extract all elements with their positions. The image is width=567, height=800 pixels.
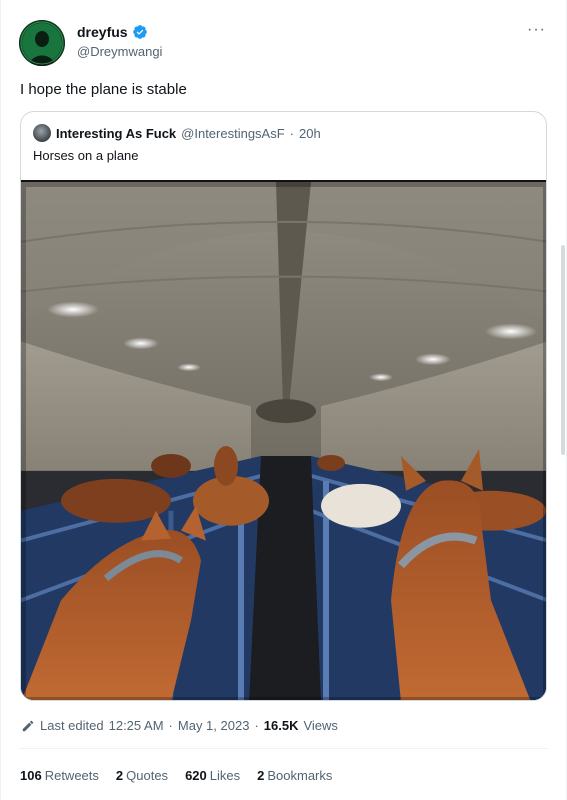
meta-dot: · bbox=[254, 718, 259, 733]
verified-badge-icon bbox=[132, 25, 147, 39]
author-display-name[interactable]: dreyfus bbox=[77, 24, 128, 40]
page-scrollbar[interactable] bbox=[561, 245, 565, 455]
bookmarks-label: Bookmarks bbox=[267, 768, 333, 783]
tweet-text: I hope the plane is stable bbox=[20, 81, 187, 98]
quoted-age[interactable]: 20h bbox=[299, 126, 321, 141]
quotes-label: Quotes bbox=[126, 768, 169, 783]
bookmarks-stat[interactable]: 2 Bookmarks bbox=[257, 768, 332, 783]
author-handle[interactable]: @Dreymwangi bbox=[77, 44, 162, 59]
quotes-count: 2 bbox=[115, 768, 124, 783]
horses-in-plane-photo-icon bbox=[21, 182, 546, 700]
quoted-handle[interactable]: @InterestingsAsF bbox=[181, 126, 285, 141]
likes-count: 620 bbox=[185, 768, 207, 783]
quoted-display-name[interactable]: Interesting As Fuck bbox=[56, 126, 176, 141]
more-options-button[interactable]: ··· bbox=[527, 22, 546, 38]
quoted-text: Horses on a plane bbox=[33, 148, 139, 163]
edit-pencil-icon bbox=[22, 720, 34, 731]
author-avatar[interactable] bbox=[19, 20, 65, 66]
quoted-header: Interesting As Fuck @InterestingsAsF · 2… bbox=[33, 124, 321, 142]
retweets-count: 106 bbox=[20, 768, 42, 783]
quoted-separator: · bbox=[289, 125, 295, 141]
quoted-tweet[interactable]: Interesting As Fuck @InterestingsAsF · 2… bbox=[20, 111, 547, 701]
retweets-stat[interactable]: 106 Retweets bbox=[20, 768, 99, 783]
quoted-media-photo[interactable] bbox=[21, 180, 546, 700]
bookmarks-count: 2 bbox=[257, 768, 265, 783]
tweet-meta: Last edited 12:25 AM · May 1, 2023 · 16.… bbox=[21, 718, 338, 733]
views-count: 16.5K bbox=[263, 718, 299, 733]
avatar-portrait-icon bbox=[19, 20, 65, 66]
likes-label: Likes bbox=[209, 768, 241, 783]
views-label: Views bbox=[303, 718, 338, 733]
retweets-label: Retweets bbox=[44, 768, 99, 783]
edited-label[interactable]: Last edited bbox=[40, 718, 104, 733]
engagement-stats: 106 Retweets 2 Quotes 620 Likes 2 Bookmarks bbox=[20, 768, 332, 783]
divider bbox=[19, 748, 548, 749]
quoted-avatar[interactable] bbox=[33, 124, 51, 142]
tweet-date[interactable]: May 1, 2023 bbox=[178, 718, 250, 733]
tweet-card: dreyfus @Dreymwangi ··· I hope the plane… bbox=[0, 0, 567, 800]
likes-stat[interactable]: 620 Likes bbox=[185, 768, 240, 783]
meta-dot: · bbox=[168, 718, 173, 733]
quotes-stat[interactable]: 2 Quotes bbox=[116, 768, 168, 783]
tweet-time[interactable]: 12:25 AM bbox=[109, 718, 164, 733]
author-name-row: dreyfus bbox=[77, 24, 148, 40]
